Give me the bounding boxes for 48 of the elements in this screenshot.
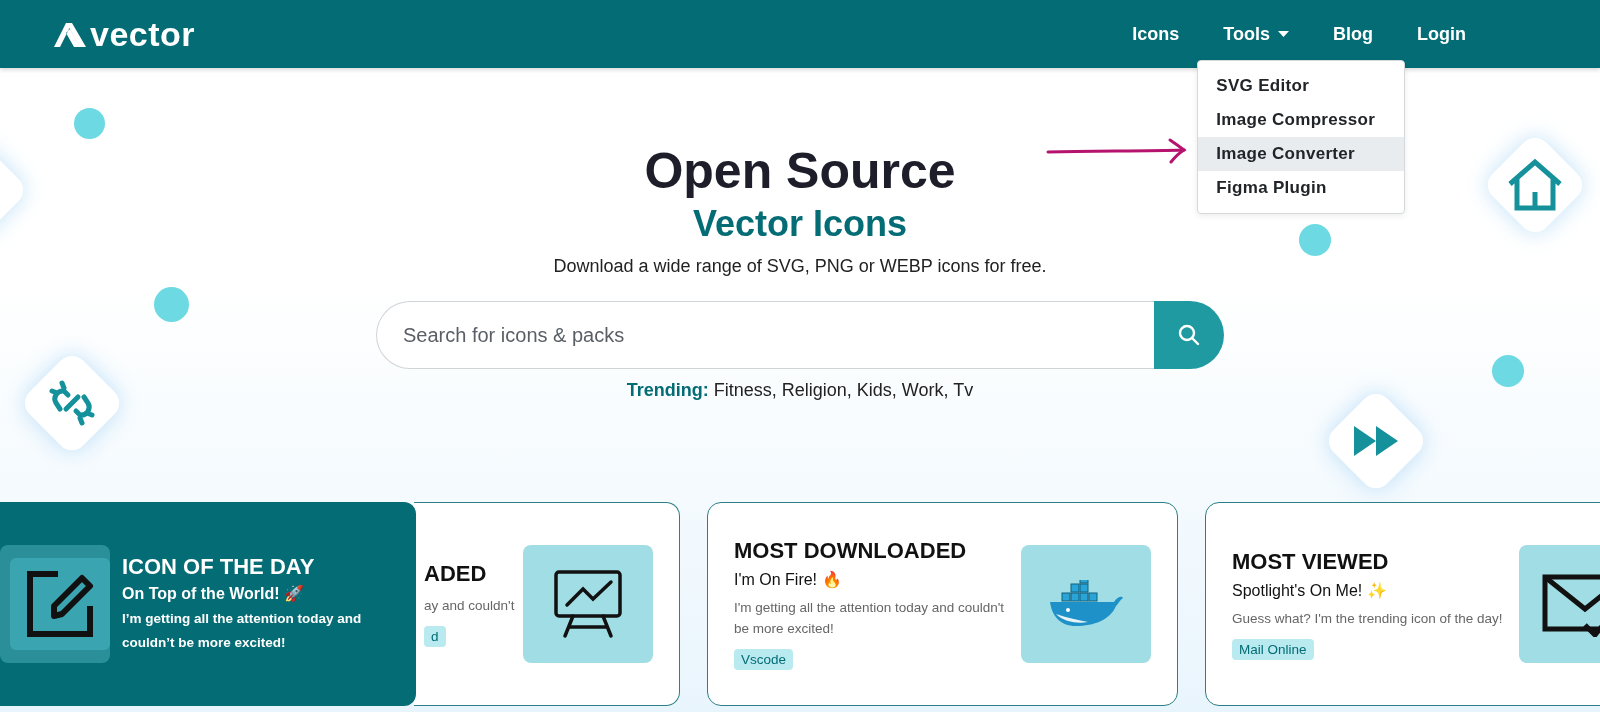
card[interactable]: MOST DOWNLOADED I'm On Fire! 🔥 I'm getting all the attention today and couldn't be more excited! Vscode: [707, 502, 1178, 706]
trending-text: Trending: Fitness, Religion, Kids, Work, Tv: [626, 380, 974, 401]
tag-label: Mail Online: [1232, 638, 1314, 660]
nav-link[interactable]: Blog: [1333, 19, 1373, 49]
featured-card[interactable]: ICON OF THE DAY On Top of the World! 🚀 I’m getting all the attention today and couldn’t be more excited!: [0, 502, 416, 706]
presentation-chart-icon: [553, 569, 623, 639]
broken-link-icon: [48, 379, 96, 427]
card-title: ICON OF THE DAY: [122, 553, 315, 580]
search-icon: [1178, 324, 1200, 346]
card-subtitle: On Top of the World! 🚀: [122, 583, 305, 603]
dropdown-item[interactable]: Image Compressor: [1198, 102, 1405, 137]
tools-menu-button[interactable]: Tools: [1223, 19, 1289, 49]
hero-subtitle: Vector Icons: [692, 202, 908, 246]
nav-link[interactable]: Icons: [1132, 19, 1180, 49]
tag-label: d: [424, 626, 446, 647]
caret-icon: [1278, 31, 1289, 37]
edit-icon: [24, 568, 96, 640]
whale-icon: [1048, 580, 1124, 628]
search-button[interactable]: [1154, 301, 1224, 369]
card[interactable]: ADED ay and couldn't d: [414, 502, 680, 706]
nav-link[interactable]: Login: [1417, 19, 1466, 49]
card-title: MOST DOWNLOADED: [734, 538, 967, 564]
decorative-dot: [154, 287, 189, 322]
hero-title: Open Source: [644, 142, 956, 200]
decorative-dot: [74, 108, 105, 139]
card-subtitle: Spotlight's On Me! ✨: [1232, 580, 1387, 600]
decorative-dot: [1492, 355, 1524, 387]
dropdown-item[interactable]: SVG Editor: [1198, 68, 1405, 103]
logo-text[interactable]: vector: [90, 17, 196, 51]
icon-preview-tile[interactable]: [0, 545, 110, 663]
card-subtitle: I'm On Fire! 🔥: [734, 570, 842, 589]
card-description: ay and couldn't: [424, 597, 515, 615]
tag-label: Vscode: [734, 649, 794, 670]
icon-preview-tile[interactable]: [1021, 545, 1151, 663]
search-field[interactable]: Search for icons & packs: [376, 301, 1154, 369]
decorative-dot: [1299, 224, 1331, 256]
card[interactable]: MOST VIEWED Spotlight's On Me! ✨ Guess what? I'm the trending icon of the day! Mail Online: [1205, 502, 1600, 706]
icon-preview-tile[interactable]: [523, 545, 653, 663]
hero-description: Download a wide range of SVG, PNG or WEBP icons for free.: [553, 256, 1047, 277]
card-title: ADED: [424, 561, 487, 587]
house-icon: [1506, 158, 1564, 212]
card-description: Guess what? I'm the trending icon of the day!: [1232, 609, 1503, 628]
fast-forward-icon: [1354, 426, 1398, 456]
card-description: I'm getting all the attention today and couldn't be more excited!: [734, 599, 1006, 638]
card-description: I’m getting all the attention today and couldn’t be more excited!: [122, 609, 363, 652]
dropdown-item[interactable]: Image Converter: [1198, 136, 1405, 171]
card-title: MOST VIEWED: [1232, 548, 1389, 575]
dropdown-item[interactable]: Figma Plugin: [1198, 170, 1405, 205]
